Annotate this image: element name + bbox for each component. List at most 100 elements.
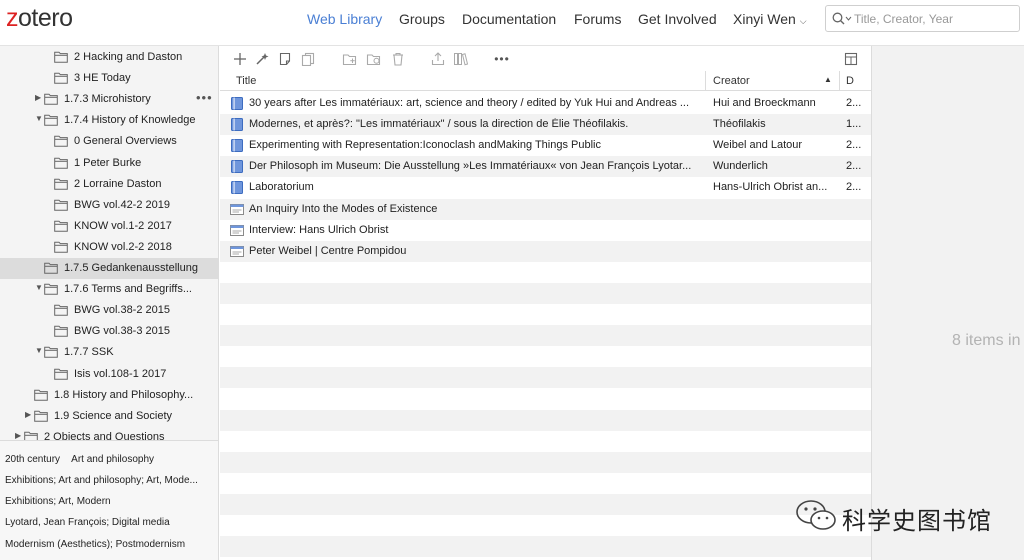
items-table: Title Creator ▲ D 30 years after Les imma… [220,71,871,560]
expanded-twisty-icon[interactable]: ▼ [35,346,43,355]
empty-row [220,388,871,409]
collection-item[interactable]: ▶ 1.9 Science and Society [0,406,218,427]
column-header-creator[interactable]: Creator ▲ [706,71,840,91]
zotero-logo[interactable]: zotero [6,4,73,33]
tag-line: Exhibitions; Art and philosophy; Art, Mo… [5,475,198,486]
book-icon [231,160,243,174]
collection-item[interactable]: 1 Peter Burke [0,153,218,174]
empty-row [220,431,871,452]
tag-line: Lyotard, Jean François; Digital media [5,517,170,528]
magic-wand-icon[interactable] [253,50,271,68]
collection-label: 0 General Overviews [74,135,177,148]
item-title: 30 years after Les immatériaux: art, sci… [249,97,690,109]
tag-20th-century[interactable]: 20th century [5,454,60,465]
nav-get-involved[interactable]: Get Involved [638,11,717,27]
item-creator: Wunderlich [713,160,768,173]
item-row[interactable]: Peter Weibel | Centre Pompidou [220,240,871,262]
empty-row [220,282,871,304]
collection-item[interactable]: ▼ 1.7.6 Terms and Begriffs... [0,279,218,300]
tag-exhibitions-art-philosophy[interactable]: Exhibitions; Art and philosophy; Art, Mo… [5,475,198,486]
item-row[interactable]: 30 years after Les immatériaux: art, sci… [220,93,871,114]
new-note-icon[interactable] [276,50,294,68]
collection-item[interactable]: Isis vol.108-1 2017 [0,364,218,385]
nav-groups[interactable]: Groups [399,11,445,27]
search-box[interactable] [825,5,1020,32]
collection-label: BWG vol.42-2 2019 [74,198,170,211]
nav-forums[interactable]: Forums [574,11,621,27]
column-header-date[interactable]: D [840,71,871,91]
item-row[interactable]: Der Philosoph im Museum: Die Ausstellung… [220,156,871,178]
collection-label: KNOW vol.2-2 2018 [74,240,172,253]
folder-icon [54,325,68,338]
user-menu[interactable]: Xinyi Wen ⌵ [733,11,807,27]
column-header-title[interactable]: Title [220,71,706,91]
item-row[interactable]: Interview: Hans Ulrich Obrist [220,220,871,241]
duplicate-icon[interactable] [299,50,317,68]
item-row[interactable]: Modernes, et après?: "Les immatériaux" /… [220,114,871,136]
collection-item[interactable]: 2 Hacking and Daston [0,47,218,68]
top-navigation-bar: zotero Web Library Groups Documentation … [0,0,1024,46]
export-icon[interactable] [429,50,447,68]
collection-item[interactable]: BWG vol.38-2 2015 [0,300,218,321]
collection-item[interactable]: 1.7.5 Gedankenausstellung [0,258,218,279]
collection-item[interactable]: ▶ 2 Objects and Questions [0,427,218,440]
tag-lyotard[interactable]: Lyotard, Jean François; Digital media [5,517,170,528]
collection-item[interactable]: BWG vol.38-3 2015 [0,321,218,342]
collection-item[interactable]: 1.8 History and Philosophy... [0,385,218,406]
collection-item[interactable]: KNOW vol.2-2 2018 [0,237,218,258]
collection-item[interactable]: BWG vol.42-2 2019 [0,195,218,216]
remove-from-collection-icon[interactable] [365,50,383,68]
webpage-icon [230,245,244,257]
collection-item[interactable]: 0 General Overviews [0,131,218,152]
library-view-icon[interactable] [452,50,470,68]
more-icon[interactable]: ••• [493,50,511,68]
column-picker-icon[interactable] [842,50,860,68]
tag-art-and-philosophy[interactable]: Art and philosophy [71,454,154,465]
collapsed-twisty-icon[interactable]: ▶ [25,410,31,419]
item-row[interactable]: An Inquiry Into the Modes of Existence [220,198,871,220]
folder-icon [54,220,68,232]
add-to-collection-icon[interactable] [341,50,359,68]
item-title: Experimenting with Representation:Iconoc… [249,139,601,152]
trash-icon[interactable] [389,50,407,68]
collection-item[interactable]: 3 HE Today [0,68,218,89]
item-row[interactable]: Laboratorium Hans-Ulrich Obrist an... 2... [220,177,871,198]
search-icon[interactable] [832,12,852,26]
book-icon [231,97,243,110]
more-options-icon[interactable]: ••• [196,90,213,105]
folder-icon [34,410,48,422]
collection-item[interactable]: 2 Lorraine Daston [0,174,218,195]
wechat-logo [796,500,836,530]
collection-label: 2 Lorraine Daston [74,177,162,190]
search-input[interactable] [854,10,1014,28]
collection-label: BWG vol.38-3 2015 [74,325,170,338]
item-title: Modernes, et après?: "Les immatériaux" /… [249,118,629,131]
item-date: 2... [846,160,862,173]
nav-documentation[interactable]: Documentation [462,11,556,27]
items-toolbar: ••• [220,46,871,71]
collection-item[interactable]: KNOW vol.1-2 2017 [0,216,218,237]
collapsed-twisty-icon[interactable]: ▶ [35,93,41,102]
folder-icon [54,51,68,63]
collection-item[interactable]: ▼ 1.7.7 SSK [0,342,218,363]
collection-label: 3 HE Today [74,72,131,85]
add-item-icon[interactable] [231,50,249,68]
collection-label: BWG vol.38-2 2015 [74,304,170,317]
collection-item[interactable]: ▼ 1.7.4 History of Knowledge [0,110,218,131]
book-icon [231,181,243,195]
tag-exhibitions-art-modern[interactable]: Exhibitions; Art, Modern [5,496,111,507]
collection-item[interactable]: ▶ 1.7.3 Microhistory ••• [0,89,218,110]
item-title: Peter Weibel | Centre Pompidou [249,244,407,257]
nav-web-library[interactable]: Web Library [307,11,382,27]
expanded-twisty-icon[interactable]: ▼ [35,283,43,292]
empty-row [220,409,871,431]
tag-modernism[interactable]: Modernism (Aesthetics); Postmodernism [5,539,185,550]
folder-icon [54,157,68,169]
expanded-twisty-icon[interactable]: ▼ [35,114,43,123]
item-row[interactable]: Experimenting with Representation:Iconoc… [220,135,871,156]
empty-row [220,473,871,494]
collection-label: 2 Hacking and Daston [74,51,183,63]
folder-icon [54,136,68,148]
collapsed-twisty-icon[interactable]: ▶ [15,431,21,440]
item-date: 1... [846,118,862,131]
